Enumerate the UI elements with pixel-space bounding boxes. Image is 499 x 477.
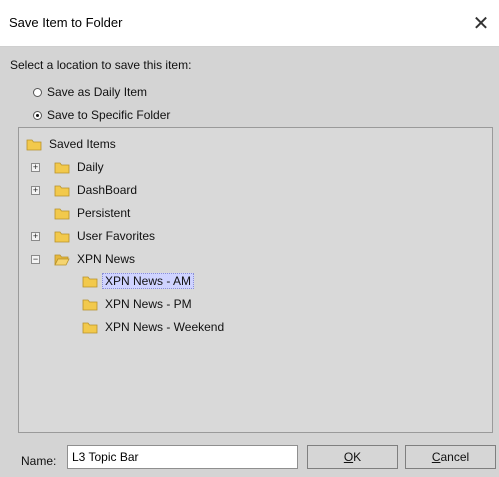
tree-item-label[interactable]: User Favorites	[74, 228, 158, 244]
tree-item-user-favorites[interactable]: User Favorites	[54, 227, 158, 245]
collapse-xpn-news-icon[interactable]: −	[31, 255, 40, 264]
folder-icon	[54, 162, 70, 174]
save-daily-radio[interactable]: Save as Daily Item	[33, 85, 147, 99]
location-prompt: Select a location to save this item:	[10, 58, 192, 72]
save-specific-radio[interactable]: Save to Specific Folder	[33, 108, 170, 122]
radio-indicator[interactable]	[33, 87, 42, 97]
folder-tree[interactable]: Saved Items + Daily + DashBoard Persiste…	[18, 127, 493, 433]
name-label: Name:	[21, 454, 57, 468]
ok-button[interactable]: OK	[307, 445, 398, 469]
tree-item-label[interactable]: DashBoard	[74, 182, 140, 198]
window-title: Save Item to Folder	[9, 15, 123, 30]
tree-child-label-selected[interactable]: XPN News - AM	[102, 273, 195, 289]
close-button[interactable]: ✕	[463, 0, 499, 46]
cancel-button-label[interactable]: Cancel	[432, 450, 469, 464]
open-folder-icon	[54, 254, 70, 266]
tree-item-label[interactable]: Persistent	[74, 205, 133, 221]
save-daily-label[interactable]: Save as Daily Item	[47, 85, 147, 99]
tree-item-label[interactable]: XPN News	[74, 251, 138, 267]
tree-child-xpn-news-pm[interactable]: XPN News - PM	[82, 295, 195, 313]
tree-item-dashboard[interactable]: DashBoard	[54, 181, 140, 199]
radio-indicator-checked[interactable]	[33, 110, 42, 120]
tree-item-persistent[interactable]: Persistent	[54, 204, 133, 222]
tree-root[interactable]: Saved Items	[26, 135, 119, 153]
folder-icon	[54, 185, 70, 197]
tree-root-label[interactable]: Saved Items	[46, 136, 119, 152]
tree-child-label[interactable]: XPN News - PM	[102, 296, 195, 312]
expand-dashboard-icon[interactable]: +	[31, 186, 40, 195]
expand-user-favorites-icon[interactable]: +	[31, 232, 40, 241]
save-specific-label[interactable]: Save to Specific Folder	[47, 108, 170, 122]
folder-icon	[54, 231, 70, 243]
expand-daily-icon[interactable]: +	[31, 163, 40, 172]
tree-item-xpn-news[interactable]: XPN News	[54, 250, 138, 268]
tree-item-label[interactable]: Daily	[74, 159, 107, 175]
folder-icon	[82, 299, 98, 311]
tree-child-xpn-news-weekend[interactable]: XPN News - Weekend	[82, 318, 227, 336]
folder-icon	[26, 139, 42, 151]
cancel-button[interactable]: Cancel	[405, 445, 496, 469]
tree-item-daily[interactable]: Daily	[54, 158, 107, 176]
close-icon[interactable]: ✕	[473, 11, 490, 36]
name-input[interactable]	[67, 445, 298, 469]
folder-icon	[82, 322, 98, 334]
tree-child-label[interactable]: XPN News - Weekend	[102, 319, 227, 335]
tree-child-xpn-news-am[interactable]: XPN News - AM	[82, 272, 195, 290]
folder-icon	[54, 208, 70, 220]
folder-icon	[82, 276, 98, 288]
title-bar: Save Item to Folder ✕	[0, 0, 499, 47]
ok-button-label[interactable]: OK	[344, 450, 361, 464]
